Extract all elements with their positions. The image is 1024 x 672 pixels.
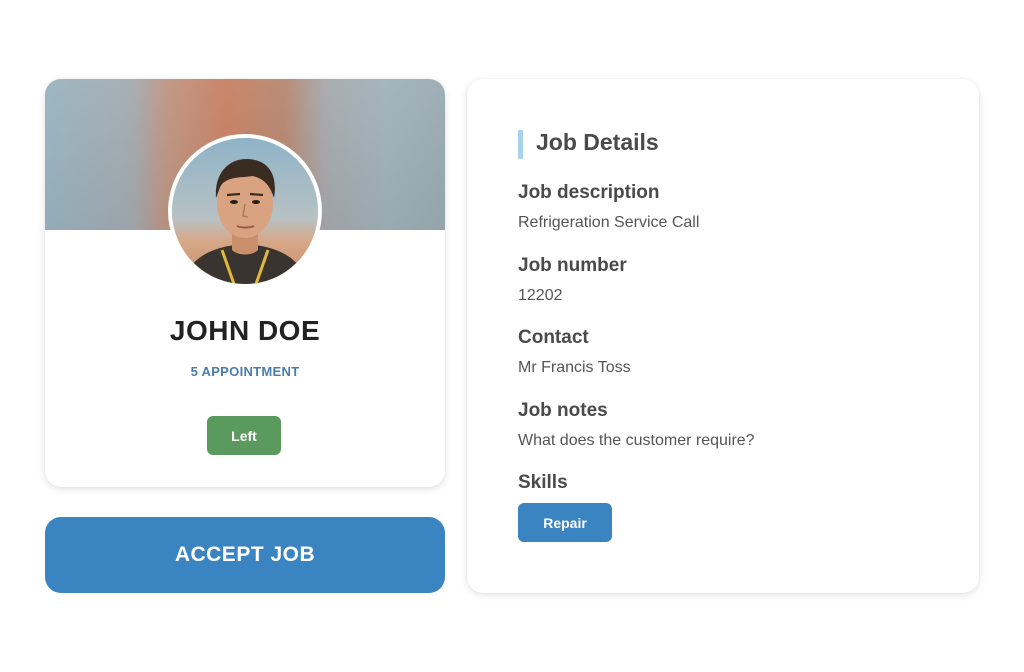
job-notes-value: What does the customer require? — [518, 432, 755, 449]
title-accent-bar — [518, 130, 523, 159]
job-description-value: Refrigeration Service Call — [518, 214, 700, 231]
contact-value: Mr Francis Toss — [518, 359, 631, 376]
appointment-count: 5 APPOINTMENT — [190, 364, 300, 379]
contact-label: Contact — [518, 327, 589, 348]
skill-chip-repair[interactable]: Repair — [518, 503, 612, 542]
job-details-title: Job Details — [536, 129, 659, 155]
job-number-value: 12202 — [518, 287, 563, 304]
job-number-label: Job number — [518, 255, 627, 276]
skills-label: Skills — [518, 472, 568, 493]
job-page: JOHN DOE 5 APPOINTMENT Left ACCEPT JOB J… — [0, 0, 1024, 672]
job-notes-label: Job notes — [518, 400, 608, 421]
profile-name: JOHN DOE — [169, 315, 321, 346]
job-description-label: Job description — [518, 182, 660, 203]
avatar-photo — [172, 138, 318, 284]
accept-job-button[interactable]: ACCEPT JOB — [45, 517, 445, 593]
profile-card: JOHN DOE 5 APPOINTMENT Left — [45, 79, 445, 487]
avatar — [168, 134, 322, 288]
job-details-card: Job Details Job description Refrigeratio… — [467, 79, 979, 593]
status-badge: Left — [207, 416, 281, 455]
